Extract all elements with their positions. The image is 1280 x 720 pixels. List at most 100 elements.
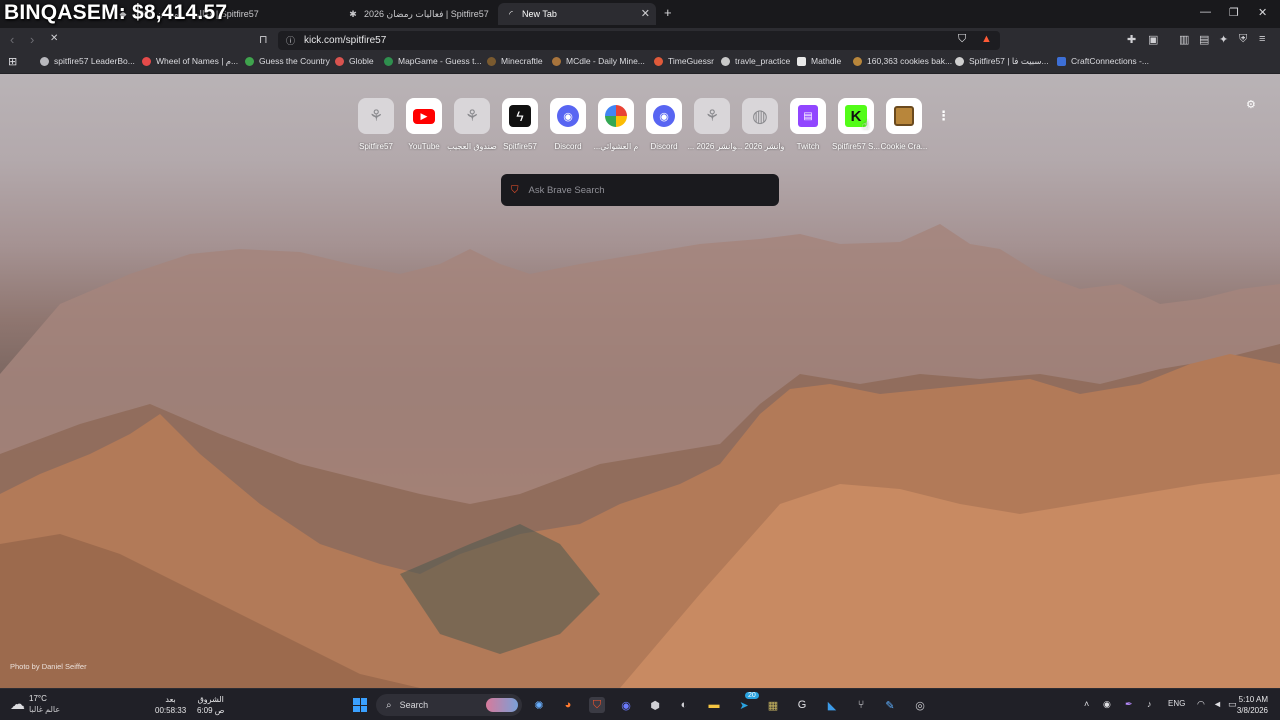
bookmark-item[interactable]: MCdle - Daily Mine...: [552, 56, 645, 66]
file-explorer-icon[interactable]: ▬: [706, 697, 722, 713]
top-site-tile[interactable]: Cookie Cra...: [881, 98, 927, 151]
weather-cloud-icon: ☁: [10, 696, 25, 713]
search-placeholder: Ask Brave Search: [528, 184, 605, 196]
extensions-icon[interactable]: ✚: [1127, 33, 1136, 46]
top-site-tile[interactable]: ◉ Discord: [642, 98, 686, 151]
brave-shields-icon[interactable]: ⛉: [958, 33, 966, 46]
clock[interactable]: 5:10 AM 3/8/2026: [1226, 694, 1268, 716]
volume-icon[interactable]: ◄: [1213, 699, 1222, 709]
windows-logo: [353, 698, 367, 712]
cookie-logo: [894, 106, 914, 126]
top-site-tile[interactable]: ⚘ صندوق العجيب: [447, 98, 497, 151]
toolbar: ‹ › ✕ ⊓ ⓘ kick.com/spitfire57 ⛉ ▲ ✚ ▣ ▥ …: [0, 28, 1280, 52]
bookmark-item[interactable]: CraftConnections -...: [1057, 56, 1149, 66]
obs-icon[interactable]: ◎: [912, 697, 928, 713]
bookmark-item[interactable]: TimeGuessr: [654, 56, 714, 66]
telegram-icon[interactable]: ➤: [736, 697, 752, 713]
photo-credit[interactable]: Photo by Daniel Seiffer: [10, 662, 87, 671]
more-tiles-menu-icon[interactable]: ⋮: [937, 108, 950, 124]
minimize-button[interactable]: —: [1200, 6, 1211, 18]
bookmark-item[interactable]: Wheel of Names | م...: [142, 56, 238, 67]
wifi-icon[interactable]: ◠: [1197, 699, 1205, 710]
top-site-tile[interactable]: ◍ ... وانشر 2026: [736, 98, 784, 151]
top-site-tile[interactable]: ...م العشوائي: [594, 98, 638, 151]
close-window-button[interactable]: ✕: [1258, 6, 1267, 19]
back-button[interactable]: ‹: [10, 32, 14, 47]
youtube-icon: ▶: [406, 98, 442, 134]
taskbar-search[interactable]: ⌕ Search: [376, 694, 522, 716]
discord-taskbar-icon[interactable]: ◉: [618, 697, 634, 713]
bookmark-item[interactable]: spitfire57 LeaderBo...: [40, 56, 135, 66]
tab-label: فعاليات رمضان 2026 | Spitfire57: [364, 8, 489, 19]
vscode-icon[interactable]: ◣: [824, 697, 840, 713]
loading-icon: ◜: [509, 8, 513, 19]
close-tab-icon[interactable]: ✕: [641, 7, 650, 20]
bookmark-icon[interactable]: ⊓: [259, 33, 268, 46]
copilot-icon[interactable]: ✺: [531, 697, 547, 713]
brave-rewards-icon[interactable]: ▲: [981, 33, 992, 45]
bookmark-item[interactable]: Globle: [335, 56, 374, 66]
leo-ai-icon[interactable]: ✦: [1219, 33, 1228, 46]
top-site-tile[interactable]: ◉ Discord: [546, 98, 590, 151]
tab-new-tab[interactable]: ◜ New Tab ✕: [498, 3, 656, 25]
top-site-tile[interactable]: ⚘ Spitfire57: [354, 98, 398, 151]
tray-overflow-icon[interactable]: ˄: [1084, 699, 1089, 709]
twitch-icon: ▤: [790, 98, 826, 134]
minecraft-launcher-icon[interactable]: ▦: [765, 697, 781, 713]
tab-2[interactable]: ✱ فعاليات رمضان 2026 | Spitfire57: [340, 3, 498, 25]
sidebar-icon[interactable]: ▥: [1179, 33, 1189, 46]
bookmark-item[interactable]: Spitfire57 | سبيت فا...: [955, 56, 1049, 67]
bookmark-item[interactable]: Guess the Country: [245, 56, 330, 66]
forward-button[interactable]: ›: [30, 32, 34, 47]
brave-browser-icon[interactable]: ⛉: [589, 697, 605, 713]
bookmark-favicon: [142, 57, 151, 66]
stop-loading-button[interactable]: ✕: [50, 33, 58, 44]
address-bar[interactable]: ⓘ kick.com/spitfire57: [278, 31, 1000, 50]
bookmark-item[interactable]: Mathdle: [797, 56, 841, 66]
language-indicator[interactable]: ENG: [1168, 699, 1185, 708]
top-site-tile[interactable]: ⚘ ... وانشر 2026: [688, 98, 736, 151]
bookmark-item[interactable]: MapGame - Guess t...: [384, 56, 482, 66]
tray-discord-icon[interactable]: ◉: [1103, 699, 1111, 710]
new-tab-page: ⚙ ⚘ Spitfire57 ▶ YouTube ⚘ صندوق العجيب …: [0, 74, 1280, 688]
bookmark-item[interactable]: 160,363 cookies bak...: [853, 56, 952, 66]
bookmark-favicon: [721, 56, 730, 66]
site-info-icon[interactable]: ⓘ: [286, 34, 295, 47]
top-site-tile[interactable]: ▶ YouTube: [402, 98, 446, 151]
mountain-background-image: [0, 224, 1280, 688]
top-site-tile[interactable]: ▤ Twitch: [786, 98, 830, 151]
countdown-time: 00:58:33: [155, 706, 187, 715]
media-icon[interactable]: ▣: [1148, 33, 1158, 46]
paint-icon[interactable]: ✎: [882, 697, 898, 713]
apps-grid-icon[interactable]: ⊞: [8, 55, 17, 68]
bookmark-item[interactable]: travle_practice: [721, 56, 790, 66]
google-icon[interactable]: G: [794, 697, 810, 713]
vpn-icon[interactable]: ⛨: [1239, 33, 1247, 46]
windows-start-icon[interactable]: [352, 697, 368, 713]
new-tab-button[interactable]: +: [664, 5, 672, 20]
microphone-icon[interactable]: ♪: [1147, 699, 1152, 709]
maximize-button[interactable]: ❐: [1229, 6, 1239, 19]
url-text: kick.com/spitfire57: [304, 35, 387, 46]
bookmark-favicon: [384, 56, 393, 66]
wallet-icon[interactable]: ▤: [1199, 33, 1209, 46]
customize-gear-icon[interactable]: ⚙: [1246, 98, 1256, 111]
bookmarks-bar: ⊞ spitfire57 LeaderBo... Wheel of Names …: [0, 52, 1280, 74]
sunrise-time: 6:09 ص: [197, 706, 225, 715]
spitfire-icon: ⚘: [358, 98, 394, 134]
tray-pen-icon[interactable]: ✒: [1125, 699, 1133, 710]
firefox-icon[interactable]: ◕: [560, 697, 576, 713]
top-site-tile[interactable]: K Spitfire57 S...: [832, 98, 880, 151]
github-icon[interactable]: ◐: [676, 697, 692, 713]
bookmark-favicon: [335, 56, 344, 66]
bookmark-item[interactable]: Minecraftle: [487, 56, 543, 66]
gear-tab-icon: ✱: [349, 8, 357, 19]
search-input[interactable]: ⛉ Ask Brave Search: [501, 174, 779, 206]
app-fork-icon[interactable]: ⑂: [853, 697, 869, 713]
app-hex-icon[interactable]: ⬢: [647, 697, 663, 713]
mouse-cursor-icon: ☝: [862, 118, 870, 132]
bookmark-favicon: [40, 56, 49, 66]
menu-icon[interactable]: ≡: [1259, 33, 1265, 45]
top-site-tile[interactable]: ϟ Spitfire57: [498, 98, 542, 151]
weather-widget[interactable]: ☁ 17°C عالم غالبا: [10, 693, 60, 715]
